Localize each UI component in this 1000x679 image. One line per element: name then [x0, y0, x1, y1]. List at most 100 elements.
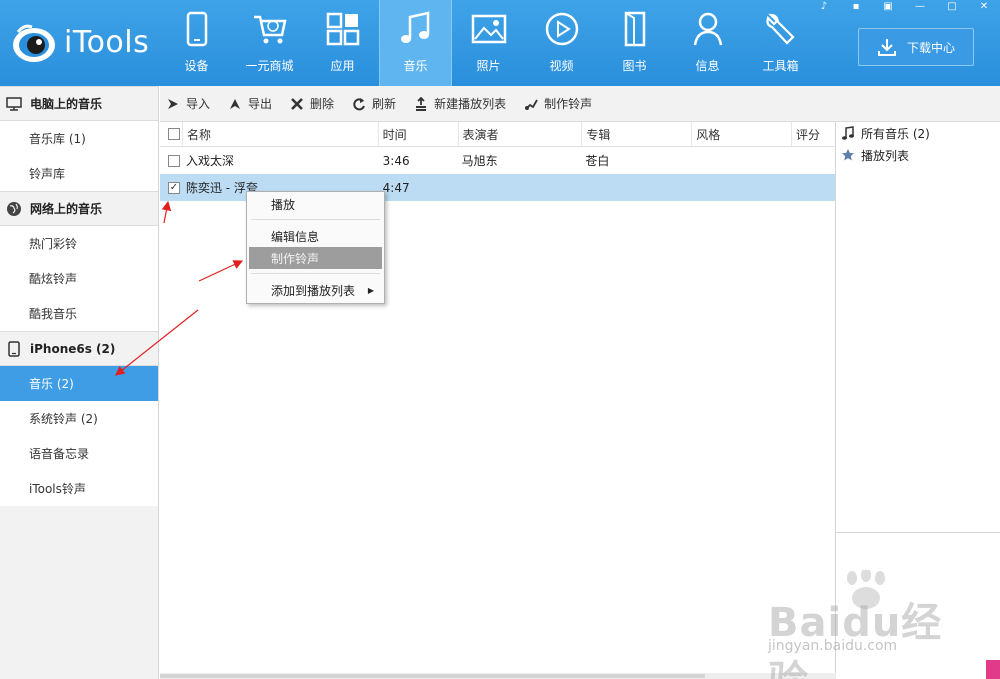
export-label: 导出 [248, 97, 273, 111]
sidebar-item-music-library[interactable]: 音乐库 (1) [0, 121, 158, 156]
menu-separator [251, 219, 380, 220]
corner-widget[interactable] [986, 660, 1000, 679]
monitor-icon [6, 96, 22, 111]
nav-label: 照片 [476, 59, 501, 73]
close-icon[interactable]: ✕ [968, 0, 1000, 12]
nav-music[interactable]: 音乐 [379, 0, 452, 86]
nav-apps[interactable]: 应用 [306, 0, 379, 86]
column-header-name[interactable]: 名称 [181, 122, 378, 146]
song-album: 苍白 [585, 154, 610, 168]
sidebar-item-itools-ringtones[interactable]: iTools铃声 [0, 471, 158, 506]
row-check-cell: ✓ [160, 174, 182, 201]
new-playlist-button[interactable]: 新建播放列表 [414, 95, 506, 112]
row-checkbox[interactable] [167, 154, 180, 167]
section-title: 电脑上的音乐 [30, 97, 103, 111]
context-menu-add-to-playlist[interactable]: 添加到播放列表 ▶ [249, 279, 382, 301]
column-header-album[interactable]: 专辑 [581, 122, 691, 146]
apps-icon [326, 12, 359, 46]
nav-video[interactable]: 视频 [525, 0, 598, 86]
song-time: 4:47 [382, 180, 410, 195]
song-name: 入戏太深 [185, 154, 234, 168]
column-header-rating[interactable]: 评分 [791, 122, 835, 146]
delete-button[interactable]: 删除 [290, 95, 334, 112]
download-icon [877, 39, 896, 56]
playlists-item[interactable]: 播放列表 [836, 144, 1000, 166]
music-note-icon [842, 126, 854, 140]
download-center-button[interactable]: 下载中心 [858, 28, 974, 66]
watermark-logo: Baidu经验 [768, 600, 943, 679]
column-header-genre[interactable]: 风格 [691, 122, 791, 146]
submenu-arrow-icon: ▶ [367, 285, 374, 295]
sidebar-item-hot-ringback[interactable]: 热门彩铃 [0, 226, 158, 261]
context-menu-edit-info[interactable]: 编辑信息 [249, 225, 382, 247]
sidebar-item-ringtone-library[interactable]: 铃声库 [0, 156, 158, 191]
song-rating [791, 147, 835, 174]
book-icon [624, 11, 645, 47]
column-header-time[interactable]: 时间 [377, 122, 458, 146]
context-menu-make-ringtone[interactable]: 制作铃声 [249, 247, 382, 269]
nav-books[interactable]: 图书 [598, 0, 671, 86]
section-title: 网络上的音乐 [30, 202, 103, 216]
nav-label: 设备 [184, 59, 209, 73]
nav-store[interactable]: 一元商城 [233, 0, 306, 86]
music-mini-icon[interactable]: ♪ [808, 0, 840, 12]
window-controls: ♪ ▪ ▣ — □ ✕ [808, 0, 1000, 12]
music-icon [400, 11, 429, 43]
nav-label: 视频 [549, 59, 574, 73]
sidebar-item-cool-ringtones[interactable]: 酷炫铃声 [0, 261, 158, 296]
sidebar-item-system-ringtones[interactable]: 系统铃声 (2) [0, 401, 158, 436]
nav-label: 应用 [330, 59, 355, 73]
song-time: 3:46 [382, 153, 410, 168]
refresh-icon [353, 97, 365, 110]
itools-logo-icon [10, 18, 58, 66]
refresh-label: 刷新 [372, 97, 397, 111]
nav-toolbox[interactable]: 工具箱 [744, 0, 817, 86]
new-playlist-label: 新建播放列表 [434, 97, 507, 111]
select-all-checkbox[interactable] [167, 128, 180, 140]
download-center-label: 下载中心 [906, 40, 955, 55]
export-button[interactable]: 导出 [228, 95, 272, 112]
nav-contacts[interactable]: 信息 [671, 0, 744, 86]
app-name: iTools [64, 24, 150, 60]
scrollbar-thumb[interactable] [160, 674, 705, 678]
music-toolbar: 导入 导出 删除 刷新 新建播放列表 制作铃声 [160, 86, 1000, 122]
song-album [581, 174, 691, 201]
song-artist [458, 174, 582, 201]
row-checkbox[interactable]: ✓ [167, 181, 180, 194]
maximize-icon[interactable]: □ [936, 0, 968, 12]
context-menu-play[interactable]: 播放 [249, 193, 382, 215]
ringtone-icon [525, 99, 538, 110]
table-row[interactable]: 入戏太深 3:46 马旭东 苍白 [160, 147, 835, 174]
app-logo: iTools [10, 18, 149, 66]
context-menu: 播放 编辑信息 制作铃声 添加到播放列表 ▶ [246, 191, 385, 304]
nav-photo[interactable]: 照片 [452, 0, 525, 86]
sidebar-item-voice-memos[interactable]: 语音备忘录 [0, 436, 158, 471]
minimize-icon[interactable]: — [904, 0, 936, 12]
nav-label: 图书 [622, 59, 647, 73]
import-icon [168, 98, 178, 109]
sidebar-section-online-music[interactable]: 网络上的音乐 [0, 191, 158, 226]
star-icon [842, 149, 854, 161]
device-icon [186, 11, 207, 47]
sidebar-item-device-music[interactable]: 音乐 (2) [0, 366, 158, 401]
make-ringtone-button[interactable]: 制作铃声 [524, 95, 592, 112]
sidebar-section-iphone[interactable]: iPhone6s (2) [0, 331, 158, 366]
delete-label: 删除 [310, 97, 335, 111]
all-music-label: 所有音乐 (2) [861, 126, 930, 141]
all-music-item[interactable]: 所有音乐 (2) [836, 122, 1000, 144]
refresh-button[interactable]: 刷新 [352, 95, 396, 112]
export-icon [230, 98, 241, 109]
nav-device[interactable]: 设备 [160, 0, 233, 86]
sidebar-section-pc-music[interactable]: 电脑上的音乐 [0, 86, 158, 121]
playlists-label: 播放列表 [861, 148, 910, 163]
sidebar: 电脑上的音乐 音乐库 (1) 铃声库 网络上的音乐 热门彩铃 酷炫铃声 酷我音乐… [0, 86, 159, 679]
add-to-playlist-label: 添加到播放列表 [271, 283, 356, 298]
row-check-cell [160, 147, 182, 174]
feedback-icon[interactable]: ▪ [840, 0, 872, 12]
import-button[interactable]: 导入 [166, 95, 210, 112]
column-header-artist[interactable]: 表演者 [457, 122, 582, 146]
horizontal-scrollbar[interactable] [160, 673, 836, 679]
sidebar-item-kuwo-music[interactable]: 酷我音乐 [0, 296, 158, 331]
menu-icon[interactable]: ▣ [872, 0, 904, 12]
import-label: 导入 [186, 97, 211, 111]
